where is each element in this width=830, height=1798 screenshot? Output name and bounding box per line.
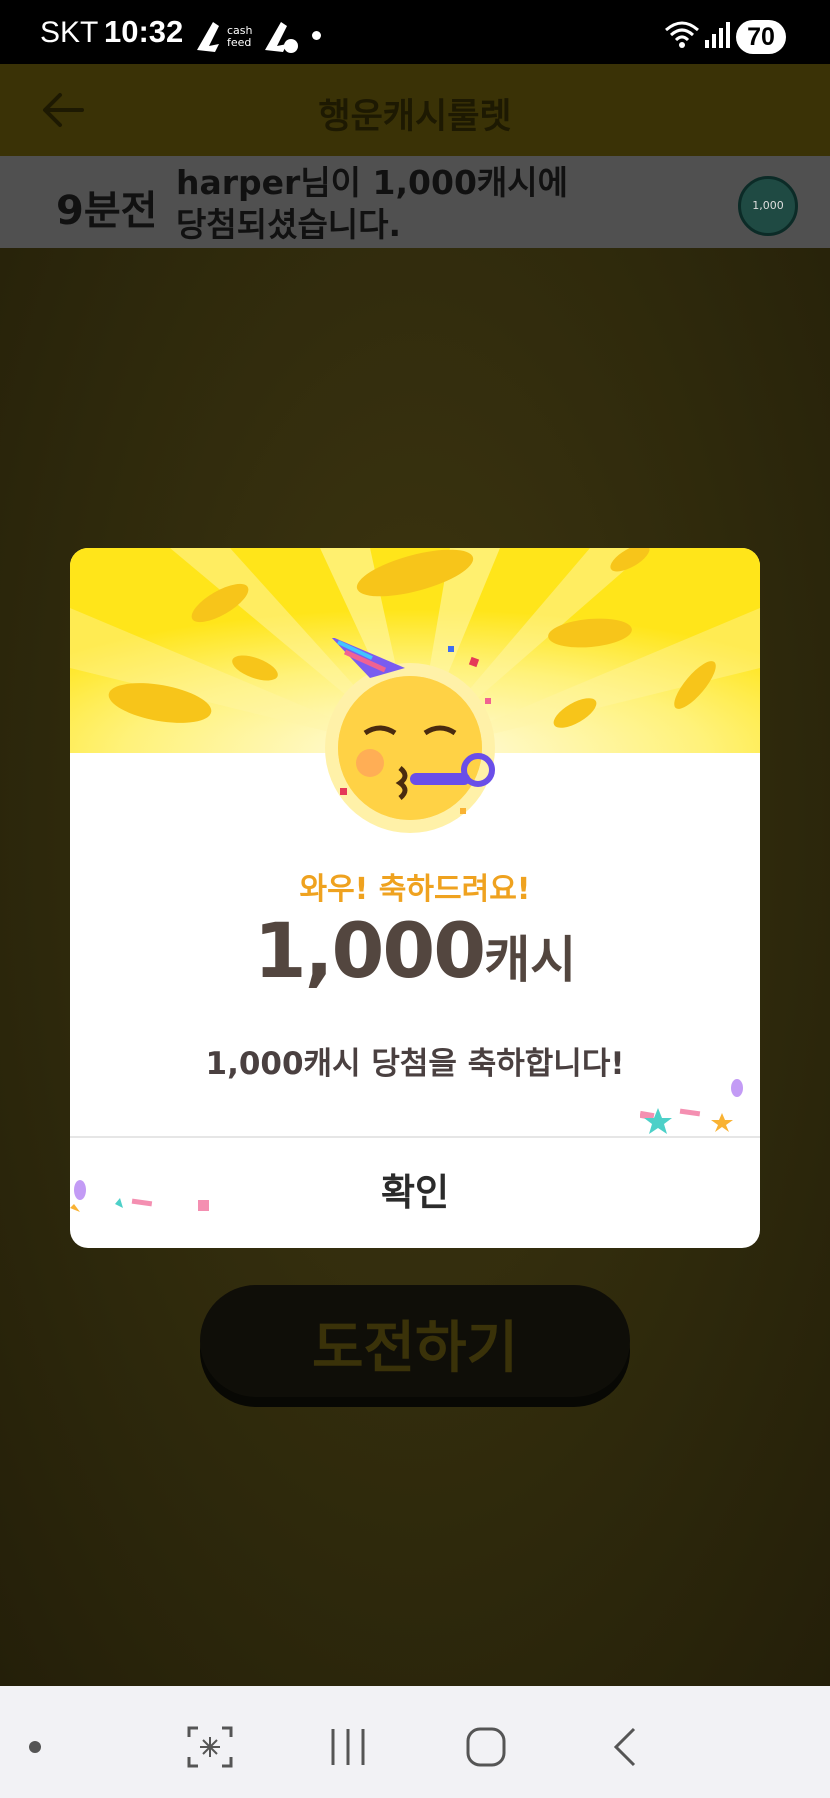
clock: 10:32 [104,14,184,49]
page-title: 행운캐시룰렛 [318,97,512,137]
carrier-label: SKT [40,16,99,49]
ticker-time: 9분전 [56,188,158,234]
screenshot-icon[interactable] [186,1725,234,1769]
recent-apps-icon[interactable] [328,1725,368,1769]
congrats-headline: 와우! 축하드려요! [299,872,531,907]
confetti-right [640,1079,743,1134]
home-icon[interactable] [464,1725,508,1769]
prize-amount-number: 1,000 [253,906,486,995]
notification-dot [312,31,321,40]
signal-icon [705,22,730,48]
congrats-message: 1,000캐시 당첨을 축하합니다! [205,1046,625,1082]
nav-dot-icon [29,1741,41,1753]
prize-amount-unit: 캐시 [484,931,577,989]
prize-amount: 1,000캐시 [70,906,760,995]
notification-icons: cash feed [197,22,298,53]
system-nav-bar [0,1686,830,1798]
congrats-dialog: 와우! 축하드려요! 1,000캐시 1,000캐시 당첨을 축하합니다! 확인 [70,548,760,1248]
confetti-left [70,1180,209,1212]
status-bar: SKT 10:32 cash feed 70 [0,0,830,64]
battery-indicator: 70 [736,20,786,54]
ticker-message: harper님이 1,000캐시에 당첨되셨습니다. [176,163,568,244]
coin-badge-icon: 1,000 [738,176,798,236]
svg-text:feed: feed [227,36,251,49]
wifi-icon [665,21,699,48]
challenge-button-label: 도전하기 [311,1316,519,1381]
party-face-emoji [325,638,495,833]
back-icon[interactable] [610,1725,640,1769]
